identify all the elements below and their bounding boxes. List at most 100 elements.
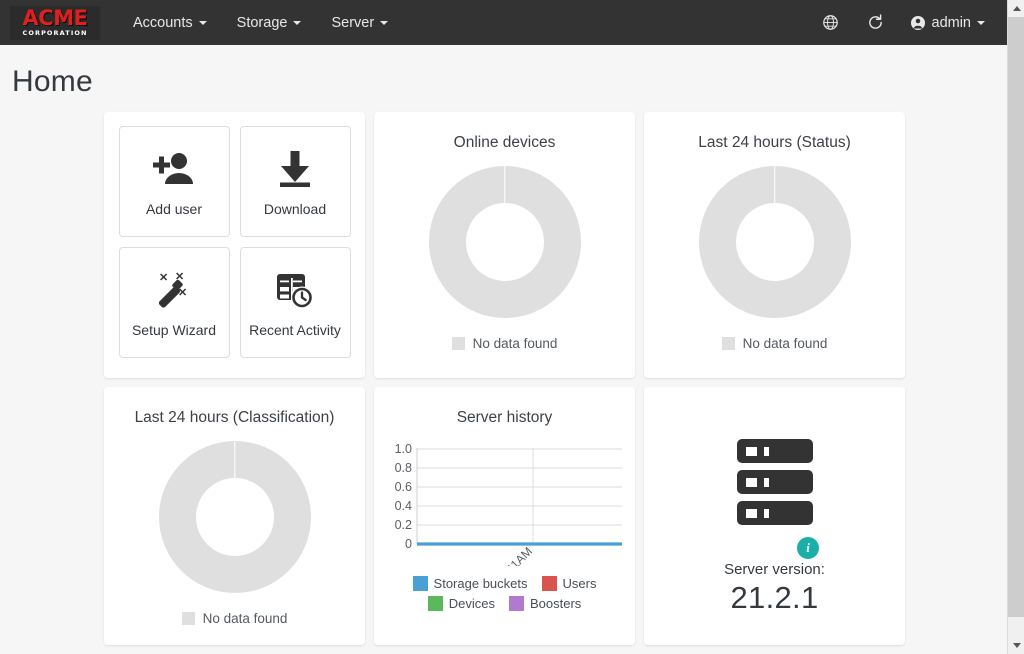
application-window: ACME CORPORATION Accounts Storage Server bbox=[0, 0, 1024, 654]
donut-chart[interactable] bbox=[698, 166, 851, 318]
refresh-icon bbox=[868, 14, 882, 29]
quick-action-label: Setup Wizard bbox=[131, 322, 217, 338]
donut-seam bbox=[233, 441, 236, 479]
table-clock-icon bbox=[274, 267, 316, 313]
legend-color-box bbox=[412, 576, 428, 591]
y-tick-1_0: 1.0 bbox=[395, 442, 412, 456]
nav-right-actions: admin bbox=[808, 0, 998, 45]
magic-wand-icon: ✕ ✕ ✕ bbox=[153, 267, 195, 313]
status-24h-card: Last 24 hours (Status) No data found bbox=[644, 112, 905, 378]
legend-swatch bbox=[181, 612, 195, 625]
server-rack-icon bbox=[736, 439, 813, 525]
svg-text:✕: ✕ bbox=[159, 272, 168, 284]
quick-action-label: Recent Activity bbox=[249, 322, 341, 338]
chart-legend[interactable]: No data found bbox=[644, 318, 905, 351]
quick-action-label: Download bbox=[263, 201, 327, 217]
rack-unit bbox=[736, 470, 813, 494]
legend-entry-storage-buckets[interactable]: Storage buckets bbox=[412, 576, 528, 591]
scroll-down-button[interactable] bbox=[1008, 637, 1024, 654]
chevron-down-icon bbox=[198, 20, 207, 25]
add-user-icon bbox=[152, 146, 196, 192]
legend-label: No data found bbox=[742, 336, 828, 351]
globe-icon bbox=[822, 15, 838, 30]
y-tick-0_6: 0.6 bbox=[395, 480, 412, 494]
svg-text:✕: ✕ bbox=[178, 287, 187, 299]
legend-entry-devices[interactable]: Devices bbox=[427, 596, 495, 611]
nav-item-accounts[interactable]: Accounts bbox=[118, 3, 222, 43]
quick-action-setup-wizard[interactable]: ✕ ✕ ✕ Setup Wizard bbox=[118, 247, 230, 358]
user-menu-button[interactable]: admin bbox=[898, 5, 998, 41]
quick-actions-card: Add user Download ✕ ✕ ✕ Setup Wizard Rec… bbox=[104, 112, 365, 378]
nav-item-storage[interactable]: Storage bbox=[222, 3, 317, 43]
server-version-panel: i Server version: 21.2.1 bbox=[644, 387, 905, 616]
y-tick-0_4: 0.4 bbox=[395, 499, 412, 513]
globe-button[interactable] bbox=[808, 4, 853, 41]
user-menu-label: admin bbox=[931, 14, 972, 31]
quick-action-label: Add user bbox=[145, 201, 203, 217]
page-title: Home bbox=[12, 65, 93, 98]
quick-action-tiles: Add user Download ✕ ✕ ✕ Setup Wizard Rec… bbox=[104, 112, 365, 358]
card-title: Last 24 hours (Classification) bbox=[134, 409, 335, 426]
brand-logo[interactable]: ACME CORPORATION bbox=[10, 5, 100, 40]
donut-chart[interactable] bbox=[428, 166, 581, 318]
donut-seam bbox=[503, 166, 506, 204]
top-navigation-bar: ACME CORPORATION Accounts Storage Server bbox=[0, 0, 1007, 45]
user-circle-icon bbox=[910, 15, 925, 30]
quick-action-download[interactable]: Download bbox=[239, 126, 351, 237]
chevron-down-icon bbox=[1012, 643, 1021, 648]
legend-swatch bbox=[721, 337, 735, 350]
chevron-down-icon bbox=[293, 20, 302, 25]
chart-legend[interactable]: No data found bbox=[374, 318, 635, 351]
chevron-down-icon bbox=[380, 20, 389, 25]
status-24h-chart[interactable] bbox=[644, 152, 905, 318]
legend-entry-boosters[interactable]: Boosters bbox=[508, 596, 582, 611]
quick-action-recent-activity[interactable]: Recent Activity bbox=[239, 247, 351, 358]
chevron-up-icon bbox=[1012, 6, 1021, 11]
scroll-up-button[interactable] bbox=[1008, 0, 1024, 17]
quick-action-add-user[interactable]: Add user bbox=[118, 126, 230, 237]
nav-item-label: Storage bbox=[236, 14, 288, 31]
server-version-label: Server version: bbox=[724, 561, 825, 578]
server-history-chart[interactable]: 1.0 0.8 0.6 0.4 0.2 0 11AM bbox=[374, 427, 635, 566]
server-version-card: i Server version: 21.2.1 bbox=[644, 387, 905, 645]
rack-led bbox=[763, 508, 769, 518]
legend-color-box bbox=[427, 596, 443, 611]
chevron-down-icon bbox=[977, 20, 985, 25]
rack-led bbox=[745, 508, 757, 518]
rack-led bbox=[745, 477, 757, 487]
rack-unit bbox=[736, 439, 813, 463]
y-tick-0: 0 bbox=[405, 537, 412, 551]
rack-unit bbox=[736, 501, 813, 525]
legend-entry-users[interactable]: Users bbox=[541, 576, 597, 591]
vertical-scrollbar[interactable] bbox=[1007, 0, 1024, 654]
chart-legend[interactable]: No data found bbox=[104, 593, 365, 626]
server-version-value: 21.2.1 bbox=[730, 580, 819, 615]
download-icon bbox=[275, 146, 315, 192]
y-tick-0_2: 0.2 bbox=[395, 518, 412, 532]
legend-color-box bbox=[508, 596, 524, 611]
x-tick-11am: 11AM bbox=[504, 544, 535, 566]
nav-item-label: Accounts bbox=[133, 14, 193, 31]
nav-item-server[interactable]: Server bbox=[316, 3, 403, 43]
refresh-button[interactable] bbox=[853, 4, 898, 41]
donut-chart[interactable] bbox=[158, 441, 311, 593]
info-icon[interactable]: i bbox=[797, 537, 819, 559]
legend-label: Boosters bbox=[529, 596, 582, 611]
logo-primary-text: ACME bbox=[22, 6, 88, 31]
donut-seam bbox=[773, 166, 776, 204]
y-tick-0_8: 0.8 bbox=[395, 461, 412, 475]
legend-label: No data found bbox=[472, 336, 558, 351]
legend-label: No data found bbox=[202, 611, 288, 626]
legend-label: Users bbox=[562, 576, 597, 591]
rack-led bbox=[745, 446, 757, 456]
dashboard-grid: Add user Download ✕ ✕ ✕ Setup Wizard Rec… bbox=[0, 99, 1007, 645]
nav-item-label: Server bbox=[331, 14, 375, 31]
scrollbar-thumb[interactable] bbox=[1008, 17, 1024, 617]
svg-text:✕: ✕ bbox=[175, 271, 184, 283]
online-devices-chart[interactable] bbox=[374, 152, 635, 318]
series-legend: Storage buckets Users Devices Boosters bbox=[374, 566, 635, 611]
page-viewport: ACME CORPORATION Accounts Storage Server bbox=[0, 0, 1007, 654]
classification-24h-chart[interactable] bbox=[104, 427, 365, 593]
card-title: Online devices bbox=[453, 134, 556, 151]
card-title: Last 24 hours (Status) bbox=[698, 134, 851, 151]
